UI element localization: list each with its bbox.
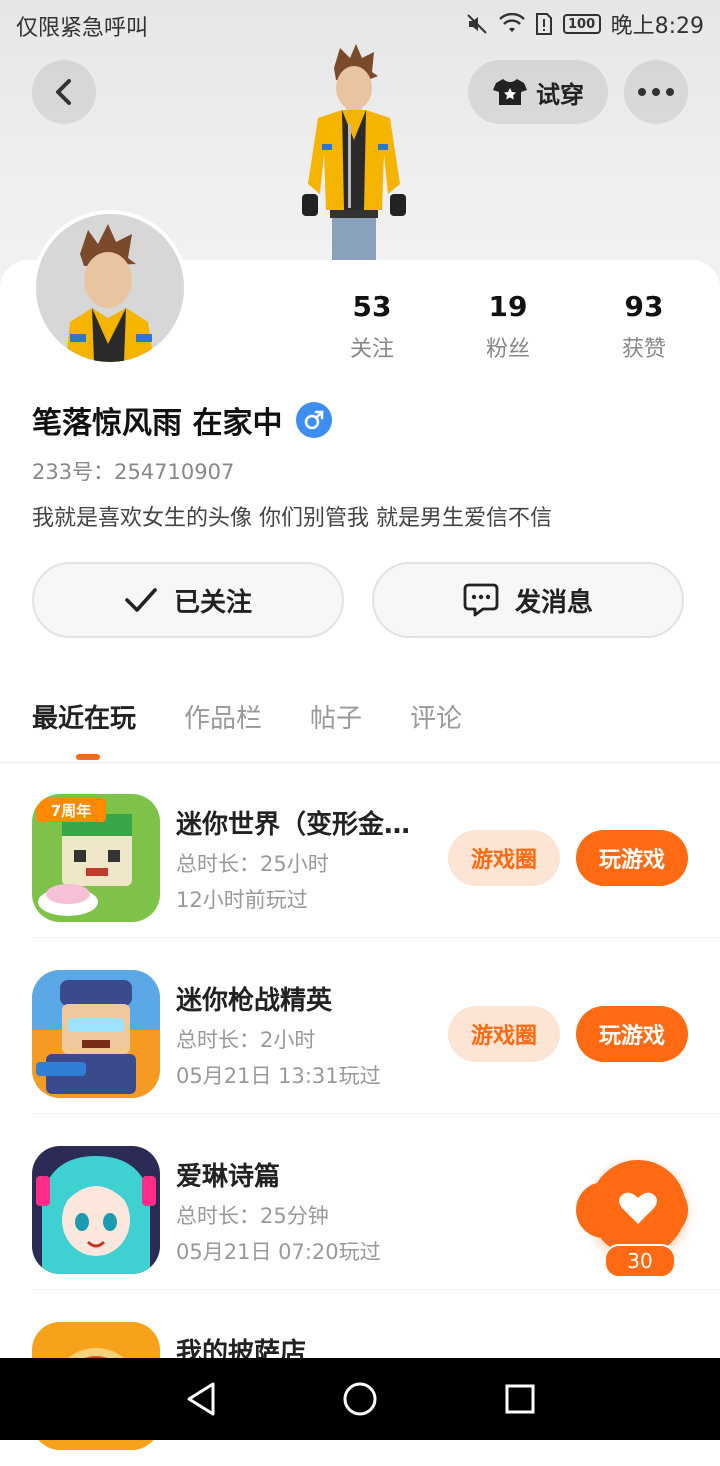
game-icon	[32, 970, 160, 1098]
system-nav-bar	[0, 1358, 720, 1440]
tab-recent-play[interactable]: 最近在玩	[32, 698, 136, 735]
game-duration: 总时长：2小时	[176, 1028, 316, 1052]
more-button[interactable]	[624, 60, 688, 124]
stat-following[interactable]: 53 关注	[312, 290, 432, 363]
more-dots-icon	[638, 88, 674, 96]
game-duration: 总时长：25分钟	[176, 1204, 329, 1228]
shirt-star-icon	[493, 79, 527, 105]
game-last-played: 05月21日 07:20玩过	[176, 1240, 381, 1264]
stat-likes[interactable]: 93 获赞	[584, 290, 704, 363]
followed-label: 已关注	[173, 587, 252, 618]
game-item[interactable]: 迷你枪战精英 总时长：2小时 05月21日 13:31玩过 游戏圈 玩游戏	[0, 938, 720, 1114]
stat-value: 53	[352, 290, 392, 323]
game-name: 迷你枪战精英	[176, 986, 333, 1016]
game-icon	[32, 1146, 160, 1274]
nav-recents-icon	[505, 1384, 535, 1414]
clock: 晚上8:29	[610, 14, 704, 39]
stat-value: 93	[624, 290, 664, 323]
battery-indicator: 100	[562, 14, 601, 34]
gender-badge	[296, 402, 333, 438]
game-name: 迷你世界（变形金…	[176, 810, 411, 840]
message-button[interactable]: 发消息	[372, 562, 684, 638]
tab-works[interactable]: 作品栏	[184, 698, 262, 735]
game-name: 爱琳诗篇	[176, 1162, 281, 1192]
try-on-button[interactable]: 试穿	[468, 60, 608, 124]
game-last-played: 05月21日 13:31玩过	[176, 1064, 381, 1088]
like-count: 30	[604, 1244, 676, 1278]
game-duration: 总时长：25小时	[176, 852, 329, 876]
play-game-button[interactable]: 玩游戏	[576, 830, 688, 886]
mute-icon	[466, 14, 487, 34]
name-row: 笔落惊风雨 在家中	[32, 398, 333, 442]
mini-gun-war-icon	[32, 970, 160, 1098]
mini-world-icon: 7周年	[32, 794, 160, 922]
back-button[interactable]	[32, 60, 96, 124]
heart-icon	[619, 1192, 657, 1224]
tab-indicator	[76, 754, 100, 760]
stat-value: 19	[488, 290, 528, 323]
stat-label: 粉丝	[485, 337, 530, 362]
status-right: 100 晚上8:29	[465, 8, 704, 40]
avatar-portrait	[36, 214, 184, 362]
user-bio: 我就是喜欢女生的头像 你们别管我 就是男生爱信不信	[32, 506, 552, 531]
tab-comments[interactable]: 评论	[410, 698, 462, 735]
avatar-image	[36, 214, 184, 362]
game-circle-button[interactable]: 游戏圈	[448, 1006, 560, 1062]
back-arrow-icon	[56, 79, 71, 105]
stat-label: 关注	[349, 337, 394, 362]
chat-bubble-icon	[463, 583, 499, 617]
game-circle-button[interactable]: 游戏圈	[448, 830, 560, 886]
nav-home-button[interactable]	[337, 1376, 383, 1422]
game-icon-badge: 7周年	[51, 802, 91, 820]
avatar-3d-figure	[302, 44, 406, 260]
sim-alert-icon	[535, 13, 552, 35]
game-icon: 7周年	[32, 794, 160, 922]
user-id: 233号：254710907	[32, 460, 235, 484]
game-last-played: 12小时前玩过	[176, 888, 308, 912]
followed-button[interactable]: 已关注	[32, 562, 344, 638]
check-icon	[125, 588, 157, 612]
message-label: 发消息	[514, 587, 593, 618]
male-icon	[305, 410, 324, 430]
play-game-button[interactable]: 玩游戏	[576, 1006, 688, 1062]
profile-tabs: 最近在玩 作品栏 帖子 评论	[32, 698, 462, 735]
stat-followers[interactable]: 19 粉丝	[448, 290, 568, 363]
game-item[interactable]: 7周年 迷你世界（变形金… 总时长：25小时 12小时前玩过 游戏圈 玩游戏	[0, 762, 720, 938]
nav-home-icon	[343, 1382, 377, 1416]
carrier-text: 仅限紧急呼叫	[16, 16, 149, 41]
avatar[interactable]	[32, 210, 188, 366]
wifi-icon	[498, 13, 525, 32]
like-button[interactable]	[590, 1160, 686, 1256]
ailin-poem-icon	[32, 1146, 160, 1274]
nav-recents-button[interactable]	[497, 1376, 543, 1422]
nav-back-button[interactable]	[178, 1376, 224, 1422]
user-name: 笔落惊风雨 在家中	[32, 406, 283, 441]
tab-posts[interactable]: 帖子	[310, 698, 362, 735]
nav-back-icon	[187, 1382, 215, 1416]
try-on-label: 试穿	[536, 80, 584, 109]
status-bar: 仅限紧急呼叫 100 晚上8:29	[0, 0, 720, 50]
stat-label: 获赞	[621, 337, 666, 362]
